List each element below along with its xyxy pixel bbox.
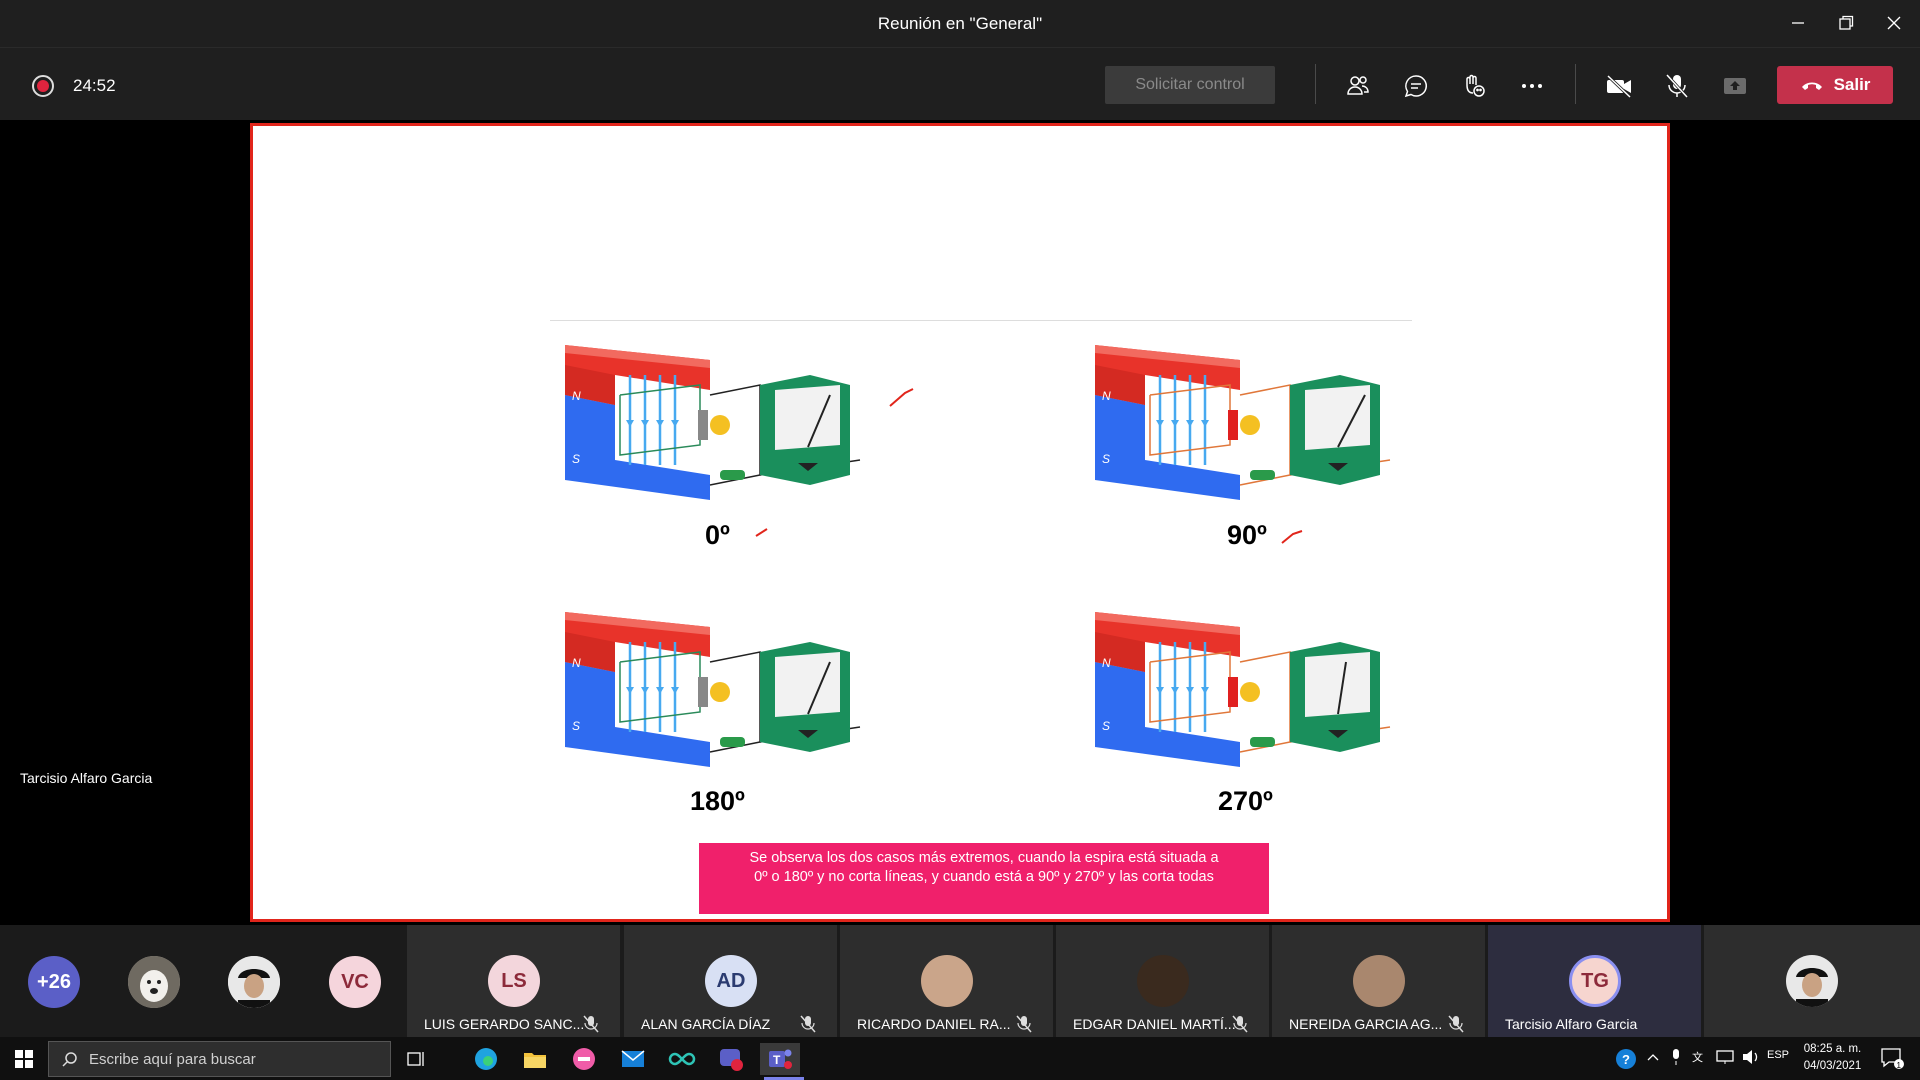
more-participants-button[interactable]: +26 <box>28 956 80 1008</box>
participant-avatar: AD <box>705 955 757 1007</box>
taskbar-app-pink[interactable] <box>568 1043 600 1075</box>
participant-avatar: TG <box>1569 955 1621 1007</box>
edge-icon <box>475 1048 497 1070</box>
annotation-marks <box>755 388 1303 544</box>
folder-icon <box>524 1053 546 1068</box>
participant-name: EDGAR DANIEL MARTÍ... <box>1073 1016 1236 1032</box>
notifications-icon[interactable]: 1 <box>1880 1047 1904 1069</box>
infinity-icon <box>668 1052 696 1066</box>
participant-tile[interactable]: NEREIDA GARCIA AG... <box>1272 925 1485 1037</box>
taskbar-file-explorer[interactable] <box>519 1043 551 1075</box>
svg-text:?: ? <box>1622 1052 1630 1067</box>
participant-tile[interactable]: AD ALAN GARCÍA DÍAZ <box>624 925 837 1037</box>
network-icon[interactable] <box>1716 1049 1736 1065</box>
svg-text:文: 文 <box>1692 1050 1703 1064</box>
slide-note-box: Se observa los dos casos más extremos, c… <box>699 843 1269 914</box>
search-icon <box>62 1052 77 1067</box>
help-tray-button[interactable]: ? <box>1610 1043 1642 1075</box>
clock-date: 04/03/2021 <box>1803 1060 1862 1072</box>
taskbar-search-input[interactable]: Escribe aquí para buscar <box>48 1041 391 1077</box>
mic-muted-icon <box>1016 1015 1032 1033</box>
participant-avatar <box>921 955 973 1007</box>
chat-app-icon <box>720 1049 743 1071</box>
app-icon <box>573 1048 595 1070</box>
participant-tile[interactable]: RICARDO DANIEL RA... <box>840 925 1053 1037</box>
clock-time: 08:25 a. m. <box>1803 1043 1862 1055</box>
volume-icon[interactable] <box>1742 1049 1762 1065</box>
participant-name: Tarcisio Alfaro Garcia <box>1505 1016 1638 1032</box>
participant-avatar-dog[interactable] <box>128 956 180 1008</box>
task-view-icon <box>407 1052 424 1066</box>
windows-taskbar: Escribe aquí para buscar T ? 文 ESP 08:25… <box>0 1037 1920 1080</box>
participant-tile[interactable]: LS LUIS GERARDO SANC... <box>407 925 620 1037</box>
participant-avatar: LS <box>488 955 540 1007</box>
participant-avatar-photo[interactable] <box>228 956 280 1008</box>
taskbar-clock[interactable]: 08:25 a. m. 04/03/2021 <box>1790 1041 1875 1075</box>
taskbar-mail[interactable] <box>617 1043 649 1075</box>
svg-text:T: T <box>773 1053 781 1067</box>
taskbar-infinity-app[interactable] <box>666 1043 698 1075</box>
participant-tile[interactable]: TG Tarcisio Alfaro Garcia <box>1488 925 1701 1037</box>
mic-muted-icon <box>1232 1015 1248 1033</box>
input-method-icon[interactable]: 文 <box>1692 1049 1710 1065</box>
participant-name: ALAN GARCÍA DÍAZ <box>641 1016 771 1032</box>
mic-muted-icon <box>583 1015 599 1033</box>
svg-text:1: 1 <box>1897 1061 1902 1069</box>
taskbar-teams[interactable]: T <box>760 1043 800 1075</box>
participant-name: LUIS GERARDO SANC... <box>424 1016 585 1032</box>
participant-avatar <box>1353 955 1405 1007</box>
language-indicator[interactable]: ESP <box>1767 1049 1789 1061</box>
mic-muted-icon <box>800 1015 816 1033</box>
taskbar-chat-app[interactable] <box>715 1043 747 1075</box>
participant-avatar <box>1137 955 1189 1007</box>
help-icon: ? <box>1616 1049 1636 1069</box>
mic-tray-icon[interactable] <box>1670 1048 1682 1066</box>
self-video-tile[interactable] <box>1704 925 1920 1037</box>
participant-name: RICARDO DANIEL RA... <box>857 1016 1011 1032</box>
participant-tile[interactable]: EDGAR DANIEL MARTÍ... <box>1056 925 1269 1037</box>
taskbar-edge[interactable] <box>470 1043 502 1075</box>
participant-avatar-vc[interactable]: VC <box>329 956 381 1008</box>
mic-muted-icon <box>1448 1015 1464 1033</box>
task-view-button[interactable] <box>400 1043 432 1075</box>
self-avatar-photo-icon <box>1786 955 1838 1007</box>
participant-name: NEREIDA GARCIA AG... <box>1289 1016 1443 1032</box>
teams-icon: T <box>769 1049 792 1069</box>
chevron-up-icon[interactable] <box>1647 1052 1659 1062</box>
dog-photo-icon <box>128 956 180 1008</box>
windows-logo-icon <box>15 1050 33 1068</box>
mail-icon <box>621 1050 645 1067</box>
person-photo-icon <box>228 956 280 1008</box>
start-button[interactable] <box>8 1043 40 1075</box>
